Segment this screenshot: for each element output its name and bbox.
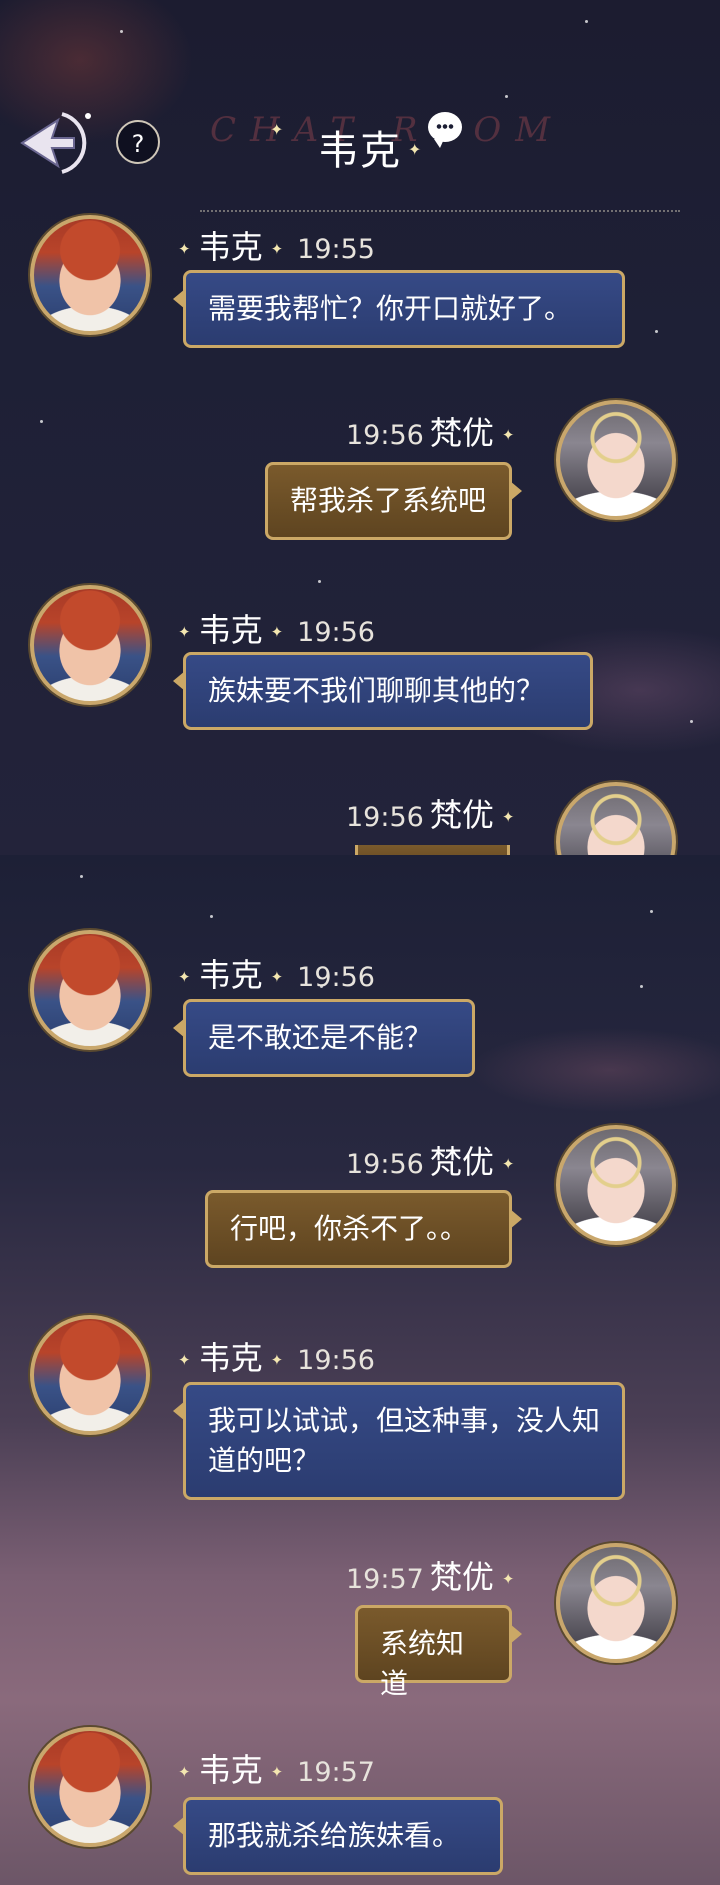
avatar-wake[interactable] (30, 1727, 150, 1847)
help-button[interactable]: ? (116, 120, 160, 164)
sparkle-icon: ✦ (501, 426, 515, 444)
message-meta: 19:56 梵优 ✦ (340, 790, 522, 836)
sparkle-icon: ✦ (270, 240, 284, 258)
avatar-fanyou[interactable] (556, 1125, 676, 1245)
sparkle-icon: ✦ (178, 1351, 191, 1369)
message-bubble[interactable]: 帮我杀了系统吧 (265, 462, 522, 540)
sender-name: 韦克 (198, 1751, 263, 1789)
sparkle-icon: ✦ (178, 623, 191, 641)
sparkle-icon: ✦ (270, 120, 284, 139)
avatar-fanyou[interactable] (556, 400, 676, 520)
message-time: 19:56 (346, 420, 424, 451)
message-text: 我可以试试，但这种事，没人知道的吧？ (208, 1404, 601, 1477)
sender-name: 梵优 (429, 796, 494, 834)
message-time: 19:55 (297, 234, 375, 265)
sparkle-icon: ✦ (178, 968, 191, 986)
sparkle-icon: ✦ (501, 1570, 515, 1588)
chat-screen-top: ? CHAT ROOM ✦ ✦ 韦克 ✦ 韦克 ✦ 19:55 需要我帮忙？你开口就好… (0, 0, 720, 855)
message-meta: 19:57 梵优 ✦ (340, 1552, 522, 1598)
message-bubble[interactable]: 需要我帮忙？你开口就好了。 (173, 270, 625, 348)
sender-name: 梵优 (429, 1558, 494, 1596)
message-text: 帮我杀了系统吧 (290, 484, 487, 517)
sparkle-icon: ✦ (270, 968, 284, 986)
sparkle-icon: ✦ (270, 1351, 284, 1369)
message-text: 族妹要不我们聊聊其他的？ (208, 674, 545, 707)
sparkle-icon: ✦ (178, 240, 191, 258)
message-bubble-partial[interactable] (355, 845, 510, 855)
message-bubble[interactable]: 行吧，你杀不了。。 (205, 1190, 522, 1268)
chat-screen-bottom: ✦ 韦克 ✦ 19:56 是不敢还是不能？ 19:56 梵优 ✦ 行吧，你杀不了。。 ✦ 韦… (0, 855, 720, 1885)
message-bubble[interactable]: 是不敢还是不能？ (173, 999, 475, 1077)
avatar-wake[interactable] (30, 930, 150, 1050)
message-time: 19:57 (346, 1564, 424, 1595)
message-meta: 19:56 梵优 ✦ (340, 408, 522, 454)
message-meta: ✦ 韦克 ✦ 19:56 (170, 605, 381, 651)
message-text: 系统知道 (380, 1627, 465, 1700)
message-bubble[interactable]: 那我就杀给族妹看。 (173, 1797, 503, 1875)
sender-name: 梵优 (429, 1143, 494, 1181)
avatar-wake[interactable] (30, 585, 150, 705)
message-meta: ✦ 韦克 ✦ 19:56 (170, 1333, 381, 1379)
message-meta: 19:56 梵优 ✦ (340, 1137, 522, 1183)
message-meta: ✦ 韦克 ✦ 19:57 (170, 1745, 381, 1791)
message-text: 那我就杀给族妹看。 (208, 1819, 461, 1852)
avatar-wake[interactable] (30, 215, 150, 335)
avatar-fanyou[interactable] (556, 1543, 676, 1663)
speech-bubble-icon (428, 112, 462, 148)
sender-name: 韦克 (198, 611, 263, 649)
sparkle-icon: ✦ (270, 623, 284, 641)
message-time: 19:56 (346, 802, 424, 833)
sparkle-icon: ✦ (270, 1763, 284, 1781)
message-bubble[interactable]: 系统知道 (355, 1605, 522, 1700)
message-time: 19:57 (297, 1757, 375, 1788)
message-time: 19:56 (297, 962, 375, 993)
message-text: 是不敢还是不能？ (208, 1021, 433, 1054)
sender-name: 梵优 (429, 414, 494, 452)
message-time: 19:56 (297, 617, 375, 648)
header-divider (200, 210, 680, 212)
message-meta: ✦ 韦克 ✦ 19:55 (170, 222, 381, 268)
message-text: 需要我帮忙？你开口就好了。 (208, 292, 573, 325)
message-bubble[interactable]: 我可以试试，但这种事，没人知道的吧？ (173, 1382, 625, 1500)
avatar-fanyou[interactable] (556, 782, 676, 855)
message-meta: ✦ 韦克 ✦ 19:56 (170, 950, 381, 996)
message-time: 19:56 (346, 1149, 424, 1180)
sender-name: 韦克 (198, 1339, 263, 1377)
message-text: 行吧，你杀不了。。 (230, 1212, 469, 1245)
chat-header: ? CHAT ROOM ✦ ✦ 韦克 (0, 0, 720, 215)
chat-title: 韦克 (318, 128, 402, 174)
sender-name: 韦克 (198, 956, 263, 994)
sparkle-icon: ✦ (501, 808, 515, 826)
sparkle-icon: ✦ (501, 1155, 515, 1173)
back-arrow-icon[interactable] (18, 108, 96, 178)
sender-name: 韦克 (198, 228, 263, 266)
avatar-wake[interactable] (30, 1315, 150, 1435)
message-time: 19:56 (297, 1345, 375, 1376)
sparkle-icon: ✦ (178, 1763, 191, 1781)
message-bubble[interactable]: 族妹要不我们聊聊其他的？ (173, 652, 593, 730)
